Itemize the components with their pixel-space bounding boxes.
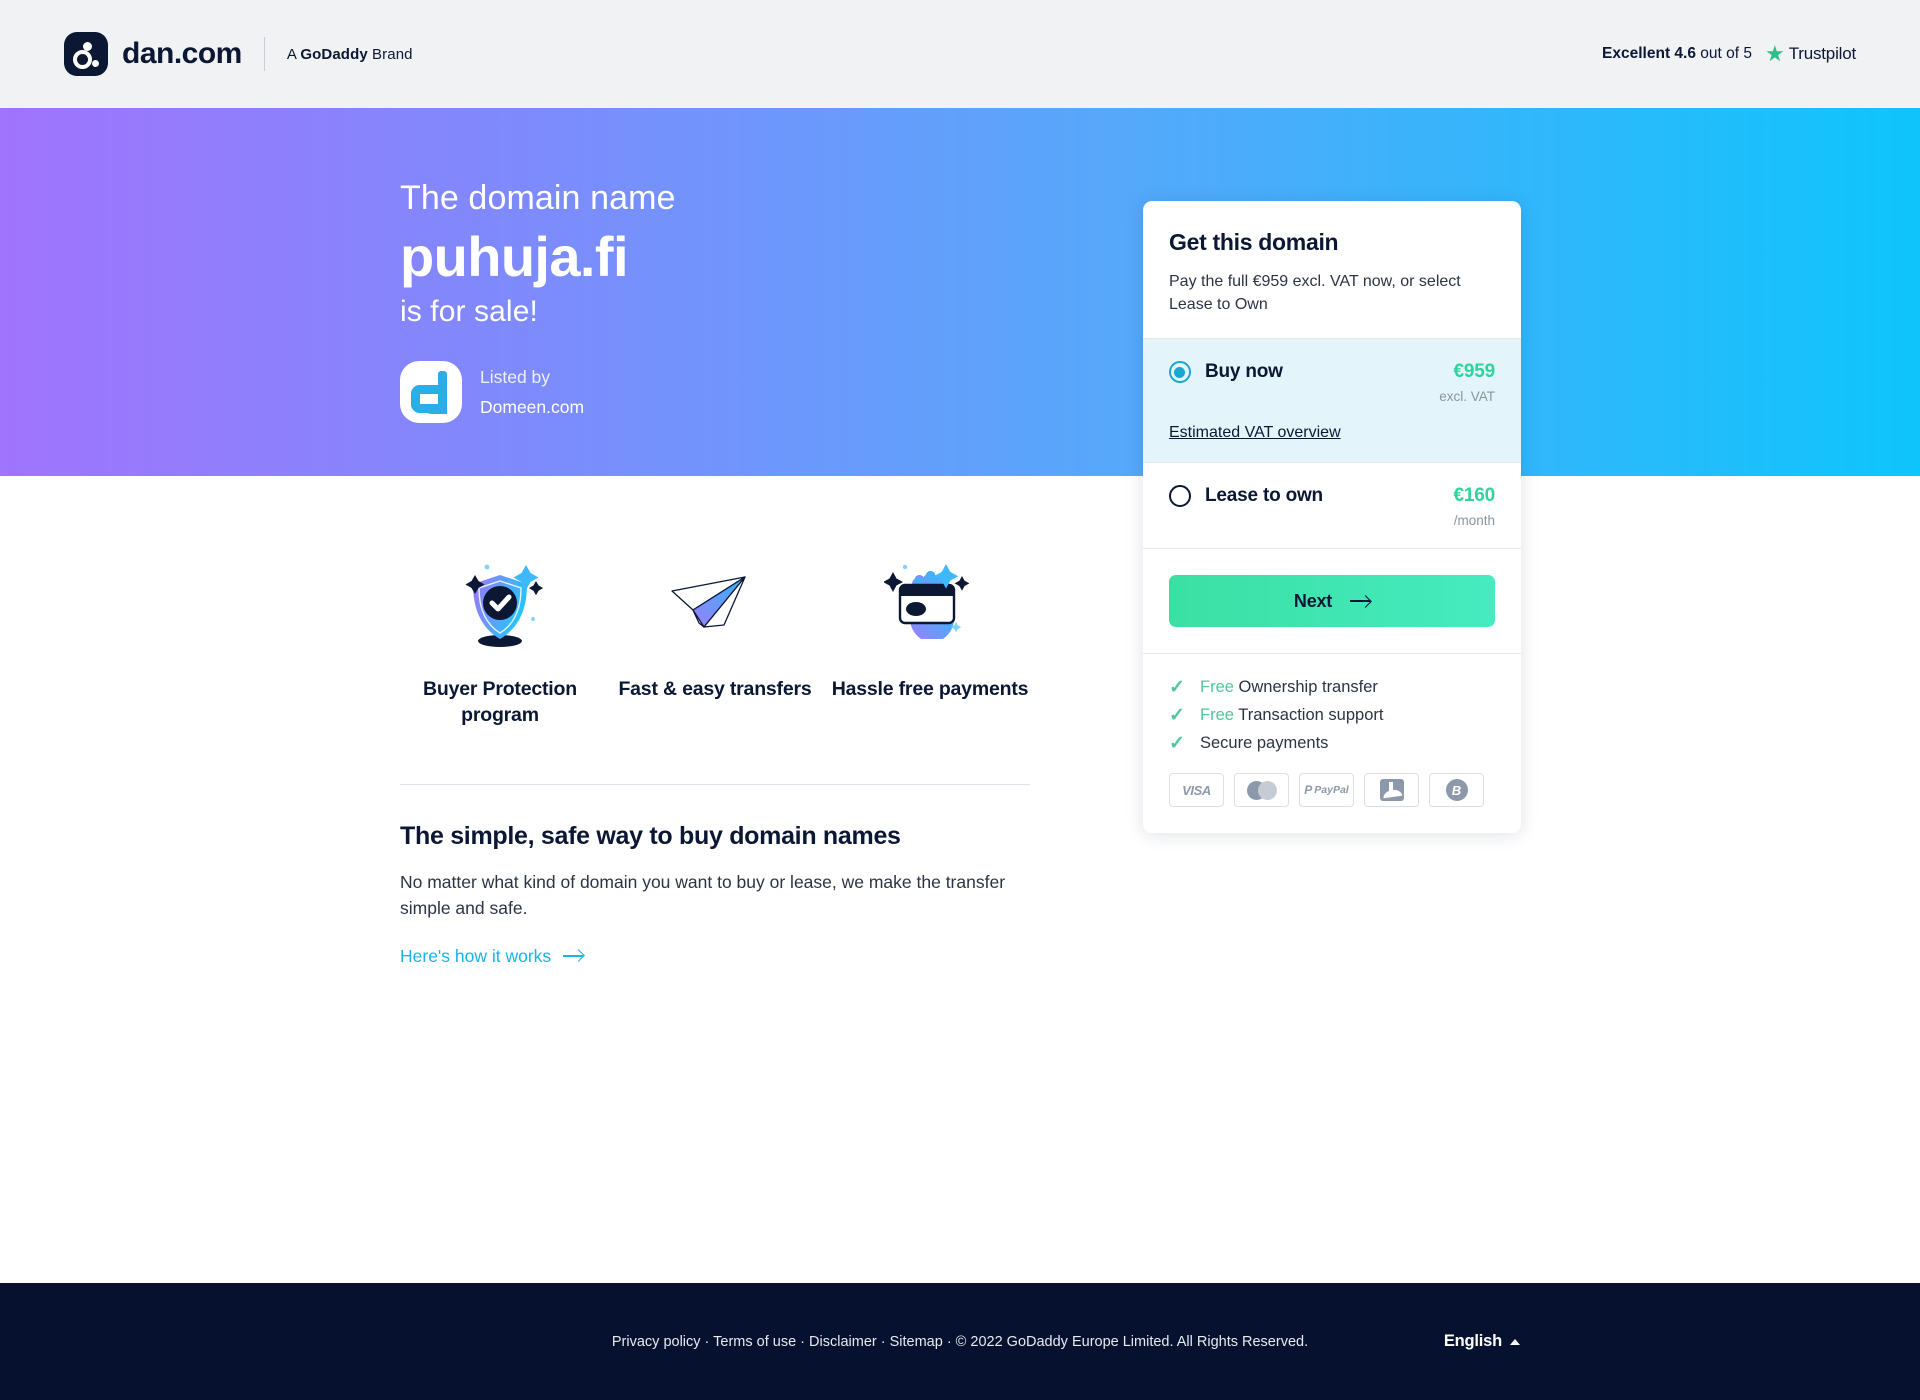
page-root: dan.com A GoDaddy Brand Excellent 4.6 ou… xyxy=(0,0,1920,1400)
site-header: dan.com A GoDaddy Brand Excellent 4.6 ou… xyxy=(0,0,1920,108)
option-note: excl. VAT xyxy=(1439,389,1495,405)
option-label: Buy now xyxy=(1205,361,1283,383)
info-heading: The simple, safe way to buy domain names xyxy=(400,822,901,850)
paypal-label: PayPal xyxy=(1314,784,1349,797)
seller-logo-icon xyxy=(400,361,462,424)
paypal-icon: P PayPal xyxy=(1299,773,1354,808)
dan-logo-icon xyxy=(64,32,108,76)
feature-label: Fast & easy transfers xyxy=(618,678,812,700)
language-selector[interactable]: English xyxy=(1444,1332,1520,1351)
perk-text: Transaction support xyxy=(1238,706,1384,725)
hero-content: The domain name puhuja.fi is for sale! L… xyxy=(400,178,676,424)
feature-hassle-free-payments: Hassle free payments xyxy=(830,555,1030,729)
listed-by-block: Listed by Domeen.com xyxy=(400,361,676,424)
site-footer: Privacy policy · Terms of use · Disclaim… xyxy=(0,1283,1920,1400)
brand-sub-suffix: Brand xyxy=(367,45,413,63)
check-icon: ✓ xyxy=(1169,733,1185,755)
arrow-right-icon xyxy=(1350,594,1371,608)
how-it-works-link[interactable]: Here's how it works xyxy=(400,945,584,967)
how-it-works-label: Here's how it works xyxy=(400,945,552,966)
get-this-domain-card: Get this domain Pay the full €959 excl. … xyxy=(1143,201,1521,834)
hero-subtitle-top: The domain name xyxy=(400,179,676,217)
language-label: English xyxy=(1443,1332,1502,1350)
hero-subtitle-bottom: is for sale! xyxy=(400,295,538,329)
radio-buy-now[interactable] xyxy=(1169,361,1191,384)
chevron-up-icon xyxy=(1510,1338,1520,1345)
trust-rating-value: Excellent 4.6 xyxy=(1602,45,1696,62)
check-icon: ✓ xyxy=(1169,705,1185,727)
option-price: €160 xyxy=(1453,485,1496,507)
info-body: No matter what kind of domain you want t… xyxy=(400,872,1006,919)
star-icon: ★ xyxy=(1764,41,1785,66)
next-button[interactable]: Next xyxy=(1169,575,1495,628)
radio-lease-to-own[interactable] xyxy=(1169,485,1191,508)
trust-rating-text: Excellent 4.6 out of 5 xyxy=(1602,45,1752,63)
brand-sub-prefix: A xyxy=(286,45,301,63)
card-footer: ✓ Free Ownership transfer ✓ Free Transac… xyxy=(1143,653,1521,833)
bitcoin-icon: B xyxy=(1429,773,1484,808)
payment-methods: VISA P PayPal B xyxy=(1169,773,1495,808)
alipay-icon xyxy=(1364,773,1419,808)
brand-divider xyxy=(263,37,265,71)
feature-label: Hassle free payments xyxy=(831,678,1029,700)
godaddy-brand-note: A GoDaddy Brand xyxy=(287,46,413,63)
section-divider xyxy=(400,784,1030,785)
brand-sub-bold: GoDaddy xyxy=(300,45,368,63)
paper-plane-icon xyxy=(615,555,815,655)
perk-item: ✓ Secure payments xyxy=(1169,734,1495,753)
perk-free-tag: Free xyxy=(1200,678,1234,697)
perk-free-tag: Free xyxy=(1200,706,1234,725)
trustpilot-logo: ★ Trustpilot xyxy=(1765,43,1856,65)
visa-icon: VISA xyxy=(1169,773,1224,808)
listed-by-seller[interactable]: Domeen.com xyxy=(480,397,584,418)
card-title: Get this domain xyxy=(1169,229,1339,255)
hero-banner: The domain name puhuja.fi is for sale! L… xyxy=(0,108,1920,476)
brand-logo[interactable]: dan.com A GoDaddy Brand xyxy=(64,32,413,76)
features-row: Buyer Protection program Fast & easy tra… xyxy=(400,555,1030,729)
next-button-label: Next xyxy=(1293,590,1333,611)
perk-item: ✓ Free Transaction support xyxy=(1169,706,1495,725)
feature-label: Buyer Protection program xyxy=(423,678,577,726)
perk-text: Ownership transfer xyxy=(1238,678,1378,697)
check-icon: ✓ xyxy=(1169,677,1185,699)
estimated-vat-overview-link[interactable]: Estimated VAT overview xyxy=(1169,424,1341,442)
option-label: Lease to own xyxy=(1205,485,1323,507)
option-note: /month xyxy=(1453,513,1495,529)
footer-links[interactable]: Privacy policy · Terms of use · Disclaim… xyxy=(0,1334,1920,1350)
option-price: €959 xyxy=(1453,361,1496,383)
option-lease-to-own[interactable]: Lease to own €160 /month xyxy=(1143,462,1521,548)
trustpilot-wordmark: Trustpilot xyxy=(1788,44,1856,63)
arrow-right-icon xyxy=(563,949,584,963)
feature-buyer-protection: Buyer Protection program xyxy=(400,555,600,729)
card-action-area: Next xyxy=(1143,548,1521,653)
trustpilot-rating[interactable]: Excellent 4.6 out of 5 ★ Trustpilot xyxy=(1602,43,1856,65)
perk-item: ✓ Free Ownership transfer xyxy=(1169,678,1495,697)
mastercard-icon xyxy=(1234,773,1289,808)
option-buy-now[interactable]: Buy now €959 excl. VAT Estimated VAT ove… xyxy=(1143,338,1521,463)
hero-domain-name: puhuja.fi xyxy=(400,224,629,288)
card-header: Get this domain Pay the full €959 excl. … xyxy=(1143,201,1521,338)
shield-check-icon xyxy=(400,555,600,655)
listed-by-label: Listed by xyxy=(480,366,551,387)
card-subtitle: Pay the full €959 excl. VAT now, or sele… xyxy=(1169,273,1461,314)
brand-name: dan.com xyxy=(122,37,242,70)
perk-text: Secure payments xyxy=(1200,734,1329,753)
trust-rating-suffix: out of 5 xyxy=(1695,45,1752,62)
feature-fast-transfers: Fast & easy transfers xyxy=(615,555,815,729)
visa-label: VISA xyxy=(1182,782,1211,798)
info-section: The simple, safe way to buy domain names… xyxy=(400,822,1050,967)
card-hand-icon xyxy=(830,555,1030,655)
